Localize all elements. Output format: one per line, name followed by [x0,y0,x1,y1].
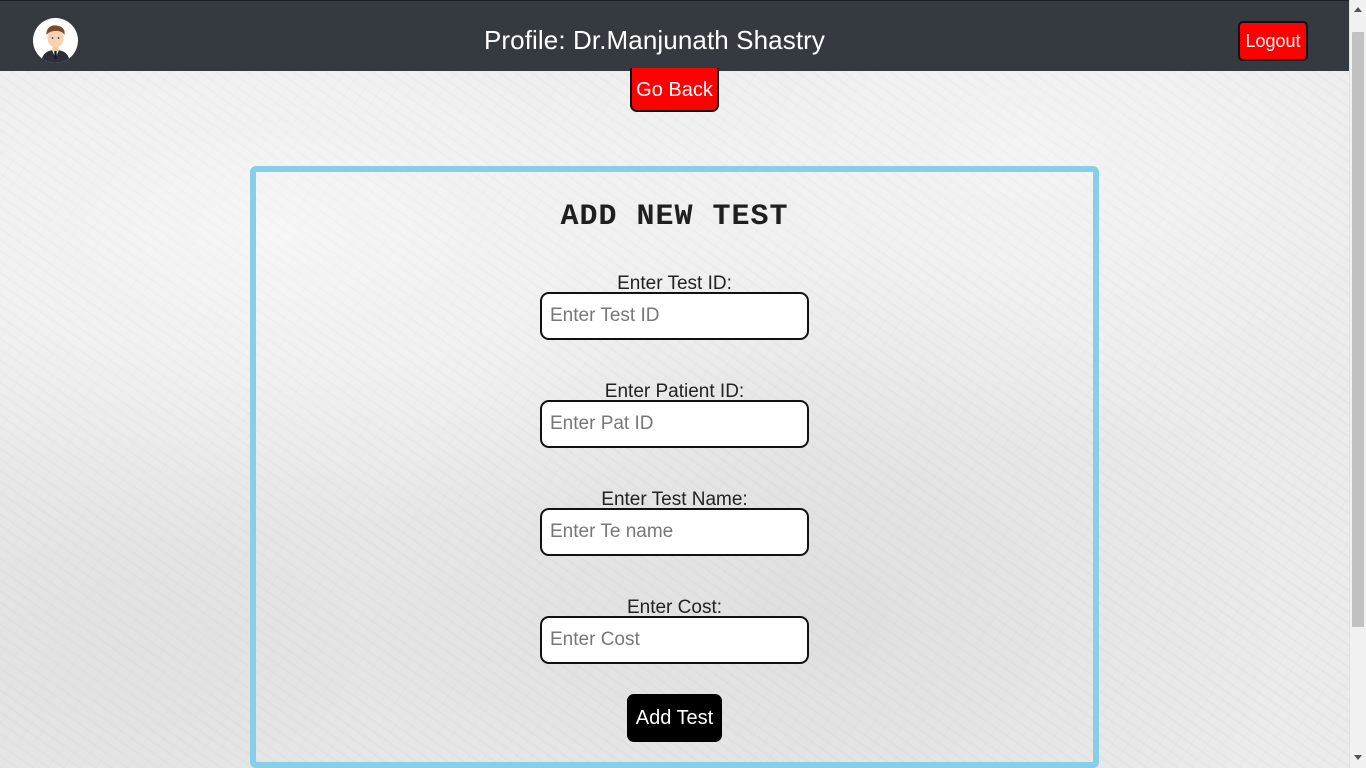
scroll-down-arrow-icon[interactable] [1354,755,1362,760]
cost-input[interactable] [540,616,809,664]
page: Profile: Dr.Manjunath Shastry Logout Go … [0,0,1349,768]
form-title: ADD NEW TEST [560,200,789,234]
scroll-up-arrow-icon[interactable] [1354,7,1362,12]
add-test-form: ADD NEW TEST Enter Test ID: Enter Patien… [250,166,1099,768]
test-name-input[interactable] [540,508,809,556]
test-id-input[interactable] [540,292,809,340]
add-test-button[interactable]: Add Test [627,694,722,742]
top-navbar: Profile: Dr.Manjunath Shastry Logout [0,0,1349,71]
patient-id-input[interactable] [540,400,809,448]
logout-button[interactable]: Logout [1238,21,1308,61]
profile-title: Profile: Dr.Manjunath Shastry [483,25,826,55]
scrollbar-thumb[interactable] [1352,32,1364,627]
go-back-button[interactable]: Go Back [630,68,719,112]
vertical-scrollbar[interactable] [1349,0,1366,768]
